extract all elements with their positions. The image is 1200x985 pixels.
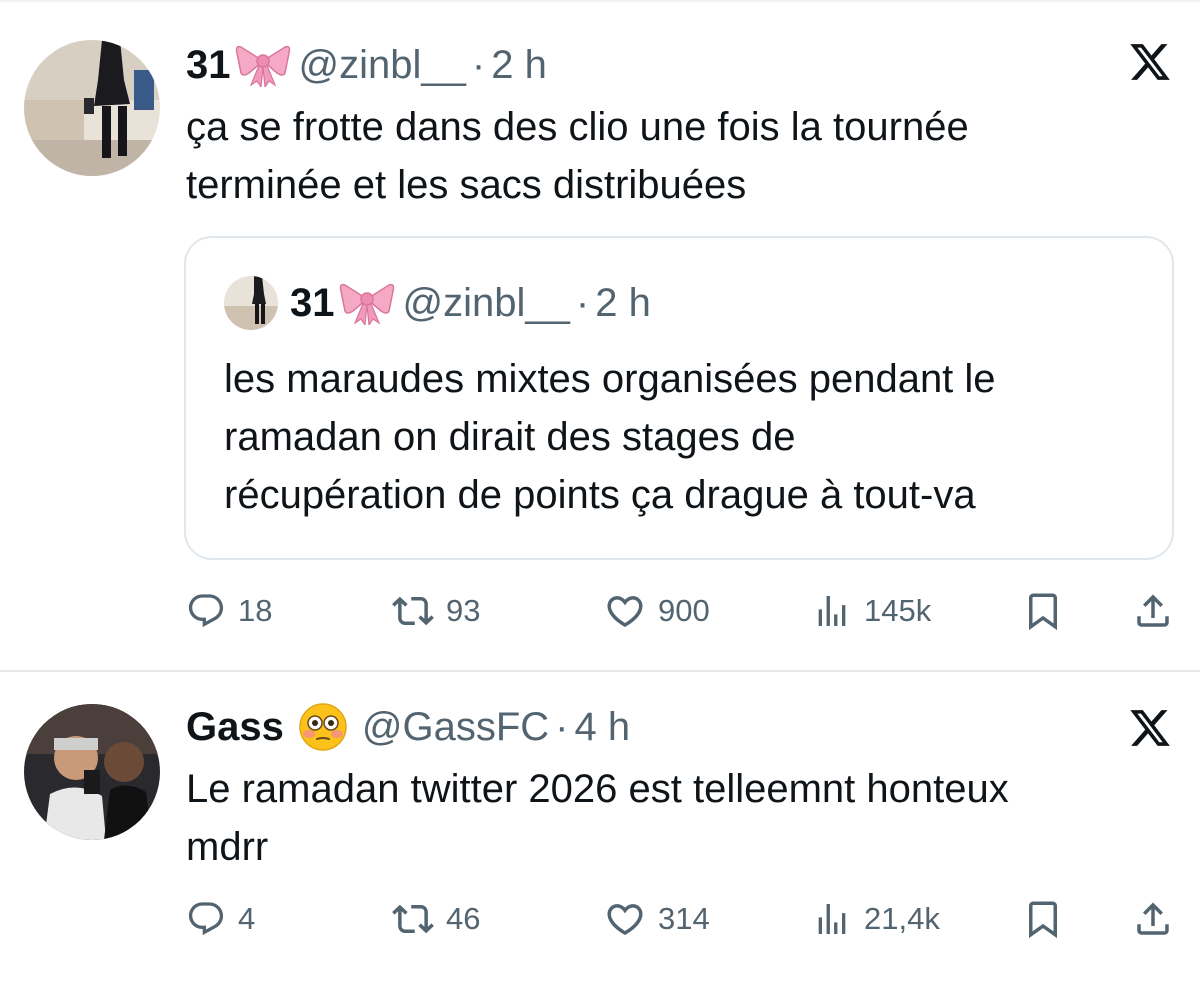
handle[interactable]: @zinbl__ xyxy=(403,278,570,328)
reply-count: 18 xyxy=(238,593,273,628)
action-bar: 4 46 314 21,4k xyxy=(186,894,1176,944)
views-button[interactable]: 21,4k xyxy=(812,894,940,944)
tweet-text: ça se frotte dans des clio une fois la t… xyxy=(186,98,1166,214)
tweet-header: Gass @GassFC · 4 h xyxy=(186,702,630,752)
repost-icon xyxy=(392,898,434,940)
like-button[interactable]: 900 xyxy=(604,586,710,636)
bookmark-button[interactable] xyxy=(1022,894,1064,944)
x-logo-icon xyxy=(1128,40,1172,84)
repost-icon xyxy=(392,590,434,632)
separator-dot: · xyxy=(555,705,569,749)
quoted-tweet-header: 31 @zinbl__ · 2 h xyxy=(290,278,651,328)
reply-icon xyxy=(186,591,226,631)
timestamp[interactable]: 2 h xyxy=(595,278,651,328)
repost-button[interactable]: 46 xyxy=(392,894,480,944)
like-count: 900 xyxy=(658,593,710,628)
x-logo-icon xyxy=(1128,706,1172,750)
tweet-text: Le ramadan twitter 2026 est telleemnt ho… xyxy=(186,760,1166,876)
tweet[interactable]: 31 @zinbl__ · 2 h ça se frotte dans des … xyxy=(0,0,1200,672)
action-bar: 18 93 900 145k xyxy=(186,586,1176,636)
views-icon xyxy=(812,899,852,939)
quoted-text-line: les maraudes mixtes organisées pendant l… xyxy=(224,357,996,401)
handle[interactable]: @zinbl__ xyxy=(299,40,466,90)
quoted-tweet[interactable]: 31 @zinbl__ · 2 h les maraudes mixtes or… xyxy=(184,236,1174,560)
views-icon xyxy=(812,591,852,631)
tweet-text-line: mdrr xyxy=(186,825,269,869)
reply-icon xyxy=(186,899,226,939)
display-name[interactable]: 31 xyxy=(186,40,231,90)
views-button[interactable]: 145k xyxy=(812,586,931,636)
reply-count: 4 xyxy=(238,901,256,936)
repost-button[interactable]: 93 xyxy=(392,586,480,636)
quoted-tweet-text: les maraudes mixtes organisées pendant l… xyxy=(224,350,1154,524)
repost-count: 46 xyxy=(446,901,481,936)
tweet[interactable]: Gass @GassFC · 4 h Le ramadan twitter 20… xyxy=(0,672,1200,985)
avatar[interactable] xyxy=(224,276,278,330)
ribbon-emoji xyxy=(339,281,395,325)
views-count: 21,4k xyxy=(864,901,940,936)
like-button[interactable]: 314 xyxy=(604,894,710,944)
quoted-text-line: ramadan on dirait des stages de xyxy=(224,415,796,459)
tweet-header: 31 @zinbl__ · 2 h xyxy=(186,40,547,90)
share-icon xyxy=(1132,898,1174,940)
ribbon-emoji xyxy=(235,43,291,87)
tweet-text-line: ça se frotte dans des clio une fois la t… xyxy=(186,105,969,149)
separator-dot: · xyxy=(471,43,486,87)
separator-dot: · xyxy=(575,281,590,325)
reply-button[interactable]: 4 xyxy=(186,894,255,944)
tweet-text-line: terminée et les sacs distribuées xyxy=(186,163,747,207)
reply-button[interactable]: 18 xyxy=(186,586,272,636)
bookmark-icon xyxy=(1022,590,1064,632)
display-name[interactable]: Gass xyxy=(186,702,284,752)
like-count: 314 xyxy=(658,901,710,936)
share-icon xyxy=(1132,590,1174,632)
heart-icon xyxy=(604,898,646,940)
handle[interactable]: @GassFC xyxy=(362,702,549,752)
repost-count: 93 xyxy=(446,593,481,628)
views-count: 145k xyxy=(864,593,932,628)
display-name[interactable]: 31 xyxy=(290,278,335,328)
timestamp[interactable]: 2 h xyxy=(491,40,547,90)
share-button[interactable] xyxy=(1132,586,1174,636)
avatar[interactable] xyxy=(24,704,160,840)
bookmark-icon xyxy=(1022,898,1064,940)
quoted-text-line: récupération de points ça drague à tout-… xyxy=(224,473,976,517)
flushed-face-emoji xyxy=(298,702,348,752)
bookmark-button[interactable] xyxy=(1022,586,1064,636)
timestamp[interactable]: 4 h xyxy=(574,702,630,752)
heart-icon xyxy=(604,590,646,632)
share-button[interactable] xyxy=(1132,894,1174,944)
avatar[interactable] xyxy=(24,40,160,176)
tweet-text-line: Le ramadan twitter 2026 est telleemnt ho… xyxy=(186,767,1009,811)
